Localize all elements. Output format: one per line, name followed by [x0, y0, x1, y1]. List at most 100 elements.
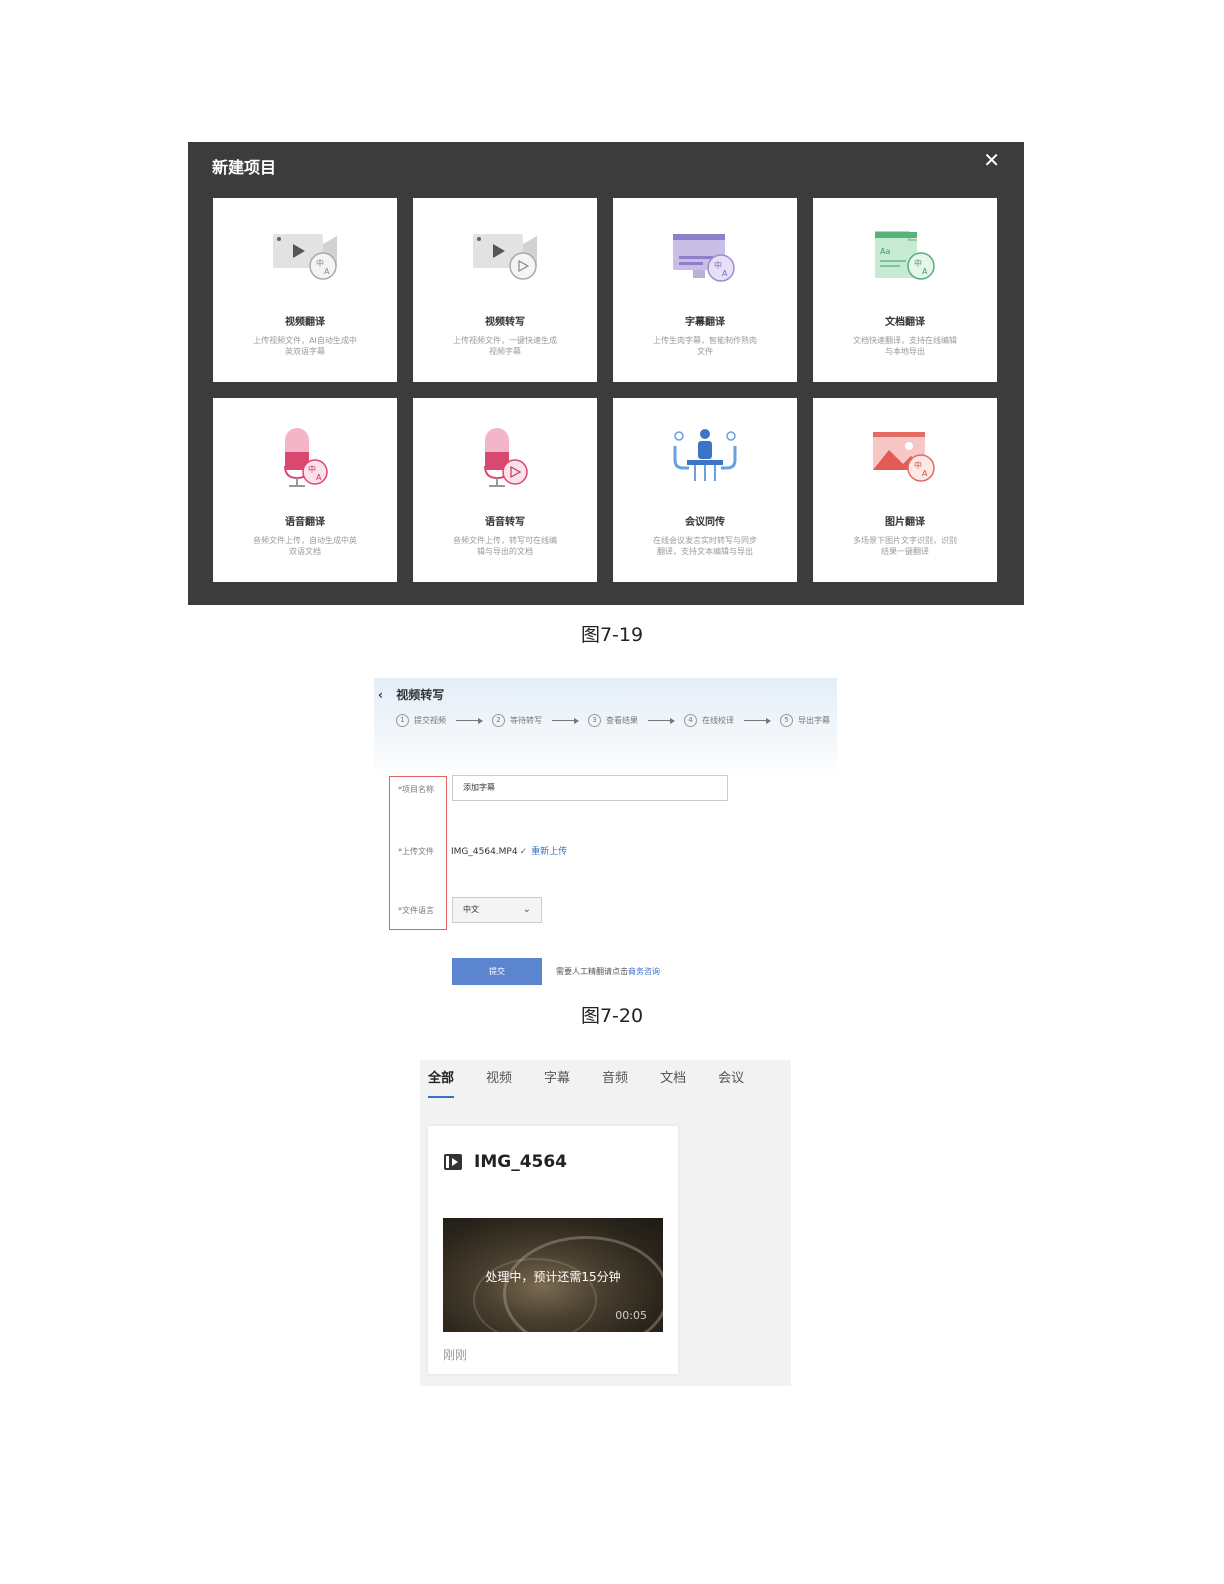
video-translate-icon: 中 A — [273, 234, 337, 280]
tab-subtitle[interactable]: 字幕 — [544, 1067, 570, 1086]
card-image-translate[interactable]: 中 A 图片翻译 多场景下图片文字识别，识别结果一键翻译 — [813, 398, 997, 582]
tab-document[interactable]: 文档 — [660, 1067, 686, 1086]
card-description: 在线会议发言实时转写与同步翻译，支持文本编辑与导出 — [653, 536, 757, 556]
video-transcribe-icon — [473, 234, 537, 280]
tab-meeting[interactable]: 会议 — [718, 1067, 744, 1086]
card-description: 音频文件上传，自动生成中英双语文档 — [253, 536, 357, 556]
meeting-interpret-icon — [673, 429, 737, 481]
step-5: 5 导出字幕 — [780, 714, 830, 727]
progress-steps: 1 提交视频 2 等待转写 3 查看结果 4 在线校译 5 导出字幕 — [396, 714, 830, 727]
card-name: 文档翻译 — [885, 317, 925, 328]
card-name: 会议同传 — [685, 517, 725, 528]
subtitle-translate-icon: 中 A — [673, 234, 735, 282]
step-number: 2 — [492, 714, 505, 727]
project-card[interactable]: IMG_4564 处理中，预计还需15分钟 00:05 刚刚 — [428, 1126, 678, 1374]
image-translate-icon: 中 A — [873, 432, 935, 482]
voice-transcribe-icon — [484, 428, 528, 487]
back-chevron-icon[interactable]: ‹ — [378, 688, 392, 702]
step-4: 4 在线校译 — [684, 714, 734, 727]
step-label: 查看结果 — [606, 716, 638, 725]
step-number: 4 — [684, 714, 697, 727]
step-2: 2 等待转写 — [492, 714, 542, 727]
step-arrow-icon — [552, 718, 579, 724]
step-label: 等待转写 — [510, 716, 542, 725]
card-meeting-interpret[interactable]: 会议同传 在线会议发言实时转写与同步翻译，支持文本编辑与导出 — [613, 398, 797, 582]
svg-text:中: 中 — [308, 464, 316, 474]
svg-text:中: 中 — [914, 460, 922, 470]
new-project-dialog: 新建项目 ✕ 中 A 视频翻译 上传视频文件，AI自动生成中英双语字幕 视频转写… — [188, 142, 1024, 605]
card-description: 上传视频文件，AI自动生成中英双语字幕 — [253, 336, 357, 356]
language-value: 中文 — [463, 905, 479, 914]
video-thumbnail[interactable]: 处理中，预计还需15分钟 00:05 — [443, 1218, 663, 1332]
step-arrow-icon — [648, 718, 675, 724]
card-description: 上传视频文件，一键快速生成视频字幕 — [453, 336, 557, 356]
human-translation-hint: 需要人工精翻请点击商务咨询 — [556, 966, 660, 977]
reupload-link[interactable]: 重新上传 — [531, 847, 567, 857]
card-voice-translate[interactable]: 中 A 语音翻译 音频文件上传，自动生成中英双语文档 — [213, 398, 397, 582]
card-name: 字幕翻译 — [685, 317, 725, 328]
project-title: IMG_4564 — [474, 1152, 568, 1172]
card-description: 上传生肉字幕，智能制作熟肉文件 — [653, 336, 757, 356]
language-select[interactable]: 中文 ⌄ — [452, 897, 542, 923]
step-1: 1 提交视频 — [396, 714, 446, 727]
check-icon: ✓ — [519, 847, 528, 857]
card-subtitle-translate[interactable]: 中 A 字幕翻译 上传生肉字幕，智能制作熟肉文件 — [613, 198, 797, 382]
step-label: 导出字幕 — [798, 716, 830, 725]
hint-text: 需要人工精翻请点击 — [556, 967, 628, 976]
step-arrow-icon — [456, 718, 483, 724]
step-3: 3 查看结果 — [588, 714, 638, 727]
svg-text:中: 中 — [714, 260, 722, 270]
processing-status: 处理中，预计还需15分钟 — [485, 1270, 621, 1284]
back-navigation[interactable]: ‹ 视频转写 — [378, 686, 444, 703]
card-description: 多场景下图片文字识别，识别结果一键翻译 — [853, 536, 957, 556]
project-name-input[interactable]: 添加字幕 — [452, 775, 728, 801]
video-duration: 00:05 — [615, 1309, 647, 1322]
tab-all[interactable]: 全部 — [428, 1067, 455, 1098]
video-file-icon — [444, 1154, 462, 1170]
tab-audio[interactable]: 音频 — [602, 1067, 628, 1086]
uploaded-file-info: IMG_4564.MP4 ✓ 重新上传 — [451, 844, 567, 857]
card-name: 语音翻译 — [285, 517, 325, 528]
tab-video[interactable]: 视频 — [486, 1067, 512, 1086]
svg-text:A: A — [324, 267, 330, 276]
step-number: 1 — [396, 714, 409, 727]
svg-text:A: A — [922, 469, 928, 478]
dialog-title: 新建项目 — [212, 158, 277, 177]
document-translate-icon: Aa 中 A — [875, 231, 935, 280]
card-description: 文档快速翻译，支持在线编辑与本地导出 — [853, 336, 957, 356]
project-list-panel: 全部 视频 字幕 音频 文档 会议 IMG_4564 处理中，预计还需15分钟 00:05… — [420, 1060, 791, 1386]
svg-text:中: 中 — [914, 258, 922, 268]
submit-button[interactable]: 提交 — [452, 958, 542, 985]
card-name: 视频翻译 — [285, 317, 325, 328]
svg-text:Aa: Aa — [880, 247, 890, 256]
chevron-down-icon: ⌄ — [522, 904, 531, 915]
voice-translate-icon: 中 A — [284, 428, 328, 487]
card-voice-transcribe[interactable]: 语音转写 音频文件上传，转写可在线编辑与导出的文档 — [413, 398, 597, 582]
card-name: 图片翻译 — [885, 517, 925, 528]
file-language-label: *文件语言 — [398, 906, 434, 915]
figure-caption-7-19: 图7-19 — [580, 624, 644, 646]
business-consult-link[interactable]: 商务咨询 — [628, 967, 660, 976]
upload-file-label: *上传文件 — [398, 847, 434, 856]
video-transcribe-form: ‹ 视频转写 1 提交视频 2 等待转写 3 查看结果 4 在线校译 5 导出字幕 *项目名称 添… — [374, 678, 837, 992]
page-title: 视频转写 — [396, 688, 445, 702]
step-number: 5 — [780, 714, 793, 727]
card-video-transcribe[interactable]: 视频转写 上传视频文件，一键快速生成视频字幕 — [413, 198, 597, 382]
card-description: 音频文件上传，转写可在线编辑与导出的文档 — [453, 536, 557, 556]
step-label: 提交视频 — [414, 716, 446, 725]
step-arrow-icon — [744, 718, 771, 724]
svg-text:A: A — [722, 269, 728, 278]
card-video-translate[interactable]: 中 A 视频翻译 上传视频文件，AI自动生成中英双语字幕 — [213, 198, 397, 382]
category-tabs: 全部 视频 字幕 音频 文档 会议 — [428, 1067, 776, 1098]
svg-text:A: A — [922, 267, 928, 276]
step-number: 3 — [588, 714, 601, 727]
figure-caption-7-20: 图7-20 — [580, 1005, 644, 1027]
card-name: 视频转写 — [485, 317, 525, 328]
svg-text:A: A — [316, 473, 322, 482]
uploaded-file-name: IMG_4564.MP4 — [451, 847, 518, 857]
card-name: 语音转写 — [485, 517, 525, 528]
card-document-translate[interactable]: Aa 中 A 文档翻译 文档快速翻译，支持在线编辑与本地导出 — [813, 198, 997, 382]
close-icon[interactable]: ✕ — [983, 150, 1000, 170]
project-name-label: *项目名称 — [398, 785, 434, 794]
created-time: 刚刚 — [443, 1348, 468, 1362]
